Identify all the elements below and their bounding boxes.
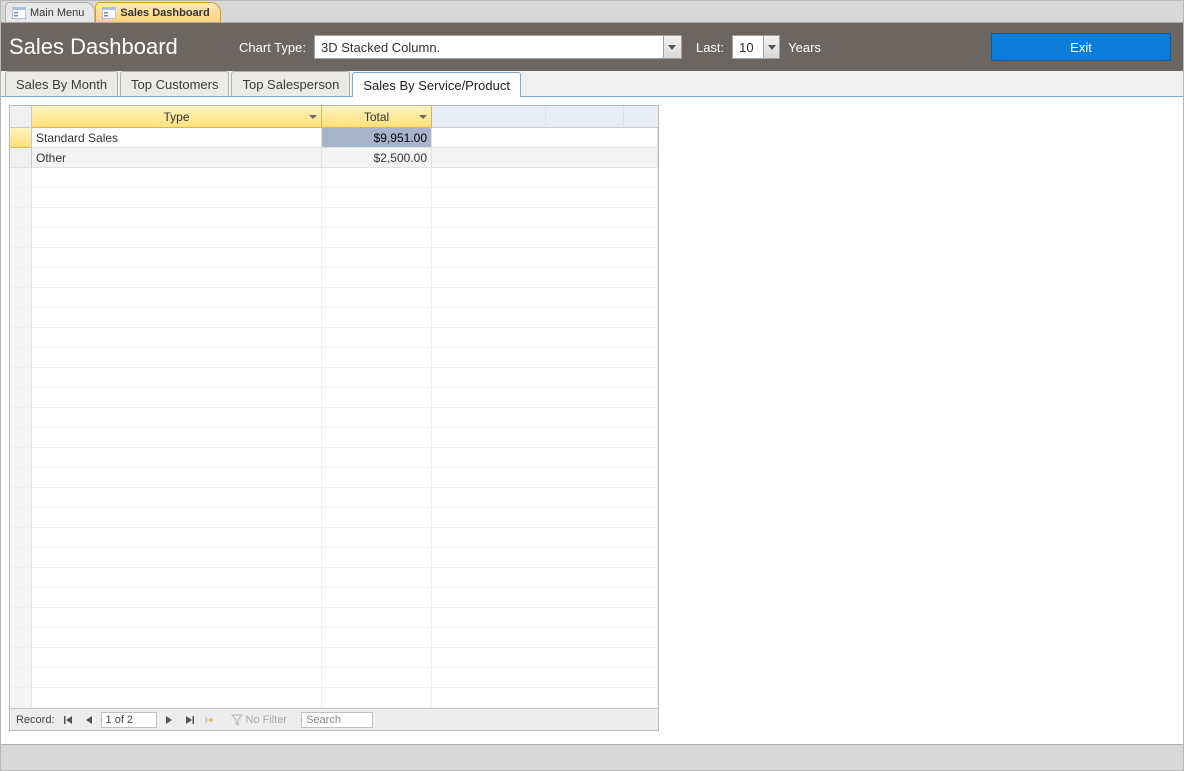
last-value-select[interactable]: 10 <box>732 35 780 59</box>
table-row-empty <box>10 648 658 668</box>
window-tabs: Main Menu Sales Dashboard <box>1 1 1183 23</box>
last-record-button[interactable] <box>181 712 197 728</box>
exit-button[interactable]: Exit <box>991 33 1171 61</box>
row-selector[interactable] <box>10 148 32 168</box>
tab-top-customers[interactable]: Top Customers <box>120 71 229 96</box>
tab-top-salesperson[interactable]: Top Salesperson <box>231 71 350 96</box>
column-header-type[interactable]: Type <box>32 106 322 128</box>
no-filter-indicator[interactable]: No Filter <box>231 714 288 726</box>
cell-total[interactable]: $2,500.00 <box>322 148 432 168</box>
years-label: Years <box>788 40 821 55</box>
tab-sales-by-month[interactable]: Sales By Month <box>5 71 118 96</box>
grid-header: Type Total <box>10 106 658 128</box>
form-icon <box>12 7 26 19</box>
chevron-down-icon <box>763 36 779 58</box>
first-record-button[interactable] <box>61 712 77 728</box>
search-input[interactable]: Search <box>301 712 373 728</box>
table-row-empty <box>10 668 658 688</box>
last-value: 10 <box>733 40 763 55</box>
table-row-empty <box>10 508 658 528</box>
grid-body[interactable]: Standard Sales $9,951.00 Other $2,500.00 <box>10 128 658 708</box>
record-position[interactable]: 1 of 2 <box>101 712 157 728</box>
chart-type-value: 3D Stacked Column. <box>315 40 663 55</box>
column-header-empty <box>624 106 658 128</box>
chart-type-label: Chart Type: <box>239 40 306 55</box>
row-selector[interactable] <box>10 128 32 148</box>
new-record-button[interactable] <box>201 712 217 728</box>
table-row-empty <box>10 548 658 568</box>
table-row-empty <box>10 428 658 448</box>
column-header-empty <box>432 106 546 128</box>
column-header-empty <box>546 106 624 128</box>
cell-empty <box>432 128 658 148</box>
table-row-empty <box>10 408 658 428</box>
table-row[interactable]: Other $2,500.00 <box>10 148 658 168</box>
table-row-empty <box>10 528 658 548</box>
table-row-empty <box>10 328 658 348</box>
table-row-empty <box>10 568 658 588</box>
form-icon <box>102 7 116 19</box>
table-row-empty <box>10 228 658 248</box>
window-tab-sales-dashboard[interactable]: Sales Dashboard <box>95 2 220 22</box>
column-header-total[interactable]: Total <box>322 106 432 128</box>
table-row-empty <box>10 348 658 368</box>
record-label: Record: <box>16 714 55 726</box>
window-tab-label: Main Menu <box>30 7 84 19</box>
chevron-down-icon <box>419 115 427 119</box>
cell-type[interactable]: Other <box>32 148 322 168</box>
table-row-empty <box>10 588 658 608</box>
table-row-empty <box>10 388 658 408</box>
chevron-down-icon <box>309 115 317 119</box>
chart-type-select[interactable]: 3D Stacked Column. <box>314 35 682 59</box>
window-tab-main-menu[interactable]: Main Menu <box>5 2 95 22</box>
content-area: Type Total Standard Sales $9,951.00 Othe… <box>1 97 1183 744</box>
record-navigator: Record: 1 of 2 No Filter Search <box>10 708 658 730</box>
cell-total[interactable]: $9,951.00 <box>322 128 432 148</box>
table-row-empty <box>10 468 658 488</box>
cell-empty <box>432 148 658 168</box>
table-row[interactable]: Standard Sales $9,951.00 <box>10 128 658 148</box>
table-row-empty <box>10 188 658 208</box>
table-row-empty <box>10 628 658 648</box>
header-bar: Sales Dashboard Chart Type: 3D Stacked C… <box>1 23 1183 71</box>
exit-button-label: Exit <box>1070 40 1092 55</box>
table-row-empty <box>10 488 658 508</box>
table-row-empty <box>10 288 658 308</box>
prev-record-button[interactable] <box>81 712 97 728</box>
chevron-down-icon <box>663 36 681 58</box>
next-record-button[interactable] <box>161 712 177 728</box>
window-tab-label: Sales Dashboard <box>120 7 209 19</box>
last-label: Last: <box>696 40 724 55</box>
table-row-empty <box>10 688 658 708</box>
table-row-empty <box>10 608 658 628</box>
table-row-empty <box>10 448 658 468</box>
filter-icon <box>231 714 243 726</box>
table-row-empty <box>10 268 658 288</box>
dashboard-tabs: Sales By Month Top Customers Top Salespe… <box>1 71 1183 97</box>
select-all-corner[interactable] <box>10 106 32 128</box>
page-title: Sales Dashboard <box>9 34 239 60</box>
table-row-empty <box>10 208 658 228</box>
table-row-empty <box>10 168 658 188</box>
table-row-empty <box>10 368 658 388</box>
table-row-empty <box>10 308 658 328</box>
cell-type[interactable]: Standard Sales <box>32 128 322 148</box>
table-row-empty <box>10 248 658 268</box>
tab-sales-by-service-product[interactable]: Sales By Service/Product <box>352 72 521 97</box>
status-bar <box>1 744 1183 770</box>
data-grid: Type Total Standard Sales $9,951.00 Othe… <box>9 105 659 731</box>
